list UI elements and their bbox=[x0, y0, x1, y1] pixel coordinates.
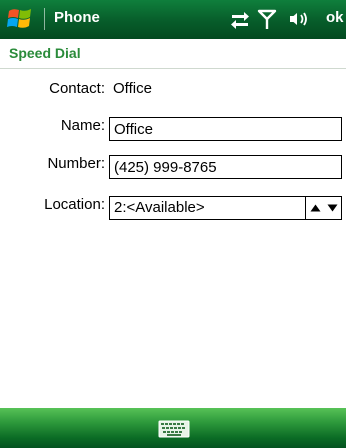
volume-icon[interactable] bbox=[288, 8, 312, 30]
number-field[interactable] bbox=[109, 155, 342, 179]
start-button[interactable] bbox=[6, 5, 34, 33]
title-bar: Phone ok bbox=[0, 0, 346, 39]
location-spin-up-button[interactable] bbox=[307, 197, 324, 219]
number-label: Number: bbox=[47, 155, 105, 172]
triangle-down-icon bbox=[327, 204, 338, 212]
input-panel-button[interactable] bbox=[158, 419, 190, 439]
phone-speed-dial-screen: Phone ok Speed Dial Contact: Office Name… bbox=[0, 0, 346, 448]
combo-separator bbox=[305, 197, 306, 219]
contact-value: Office bbox=[113, 80, 152, 97]
name-field[interactable] bbox=[109, 117, 342, 141]
page-title: Speed Dial bbox=[9, 45, 81, 61]
ok-button[interactable]: ok bbox=[326, 9, 344, 26]
contact-label: Contact: bbox=[49, 80, 105, 97]
location-label: Location: bbox=[44, 196, 105, 213]
location-value: 2:<Available> bbox=[114, 199, 205, 216]
title-separator bbox=[44, 8, 45, 30]
windows-flag-icon bbox=[7, 9, 31, 28]
softkey-bar bbox=[0, 408, 346, 448]
name-label: Name: bbox=[60, 117, 105, 134]
header-divider bbox=[0, 68, 346, 69]
keyboard-icon bbox=[158, 420, 190, 438]
connectivity-icon[interactable] bbox=[228, 8, 252, 30]
app-title: Phone bbox=[54, 9, 100, 26]
signal-icon[interactable] bbox=[255, 8, 279, 30]
triangle-up-icon bbox=[310, 204, 321, 212]
location-spin-down-button[interactable] bbox=[324, 197, 341, 219]
page-header: Speed Dial bbox=[0, 39, 346, 68]
location-combo[interactable]: 2:<Available> bbox=[109, 196, 342, 220]
